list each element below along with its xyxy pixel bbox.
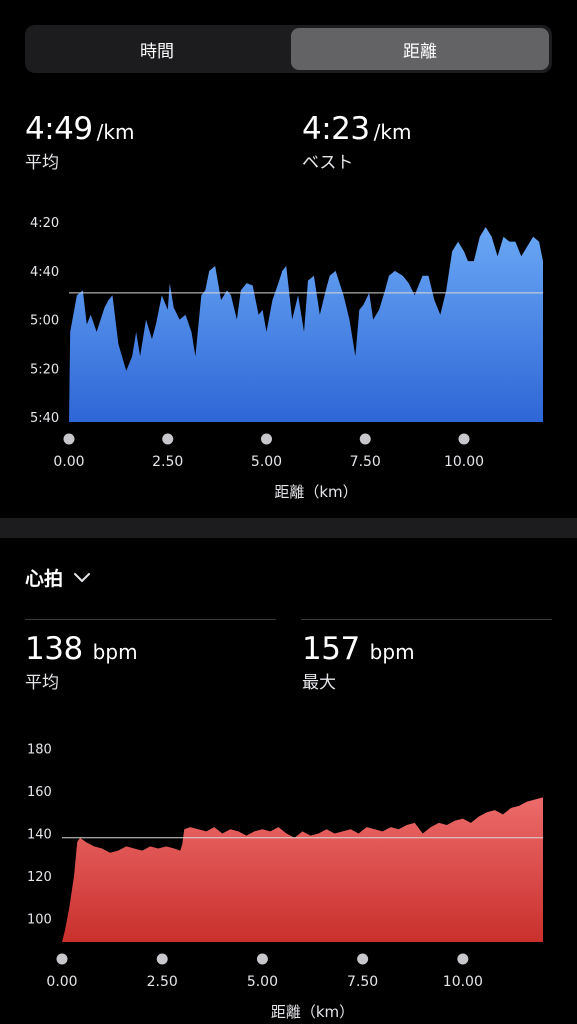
x-tick-label: 7.50 [347,974,378,990]
x-tick-dot [156,953,168,965]
x-tick-label: 2.50 [152,454,183,470]
x-tick-label: 0.00 [53,454,84,470]
avg-hr-value: 138 [25,631,83,667]
avg-hr-label: 平均 [25,673,59,693]
series-area [69,227,543,422]
best-pace-unit: /km [373,120,412,144]
max-hr-label: 最大 [302,673,336,693]
x-tick-label: 10.00 [444,454,484,470]
time-segment-button[interactable]: 時間 [28,28,286,70]
distance-segment-button[interactable]: 距離 [291,28,549,70]
chevron-down-icon [74,572,91,582]
avg-pace-value: 4:49 [25,111,93,147]
x-tick-dot [162,433,174,445]
y-tick-label: 180 [27,743,52,758]
best-pace-label: ベスト [302,153,354,173]
x-axis-label: 距離（km） [274,483,357,501]
series-area [62,797,543,942]
x-tick-dot [359,433,371,445]
section-divider [0,518,577,538]
x-tick-dot [261,433,272,445]
x-axis-label: 距離（km） [271,1003,354,1021]
x-tick-label: 7.50 [350,454,381,470]
y-tick-label: 160 [27,785,52,800]
max-hr-value: 157 [302,631,360,667]
x-tick-label: 5.00 [251,454,282,470]
x-tick-dot [357,953,369,965]
y-tick-label: 140 [27,828,52,843]
y-tick-label: 4:40 [30,265,59,280]
y-tick-label: 5:00 [30,314,59,329]
avg-pace-stat: 4:49/km 平均 [25,112,134,173]
y-tick-label: 100 [27,913,52,928]
y-tick-label: 120 [27,870,52,885]
distance-time-segmented-control: 時間 距離 [25,25,552,73]
pace-chart: 4:20 4:40 5:00 5:20 5:40 0.00 2.50 5.00 7.50 10.0… [30,216,543,501]
x-tick-label: 0.00 [46,974,77,990]
best-pace-stat: 4:23/km ベスト [302,112,411,173]
max-hr-unit: bpm [369,640,415,664]
avg-hr-unit: bpm [92,640,138,664]
y-tick-label: 5:20 [30,362,59,377]
heart-rate-selector[interactable]: 心拍 [25,564,91,591]
best-pace-value: 4:23 [302,111,370,147]
heart-rate-chart: 180 160 140 120 100 0.00 2.50 5.00 7.50 10.00 距離（k… [27,743,543,1021]
x-tick-label: 10.00 [443,974,483,990]
y-tick-label: 5:40 [30,411,59,426]
x-tick-label: 5.00 [247,974,278,990]
x-tick-dot [63,433,75,445]
avg-heart-rate-stat: 138 bpm 平均 [25,632,138,693]
heart-rate-title: 心拍 [25,568,64,590]
x-tick-dot [256,953,268,965]
avg-pace-label: 平均 [25,153,59,173]
stat-divider-right [301,619,552,620]
x-tick-dot [56,953,68,965]
x-tick-label: 2.50 [147,974,178,990]
avg-pace-unit: /km [96,120,135,144]
stat-divider-left [25,619,276,620]
x-tick-dot [457,953,469,965]
max-heart-rate-stat: 157 bpm 最大 [302,632,415,693]
x-tick-dot [458,433,470,445]
y-tick-label: 4:20 [30,216,59,231]
